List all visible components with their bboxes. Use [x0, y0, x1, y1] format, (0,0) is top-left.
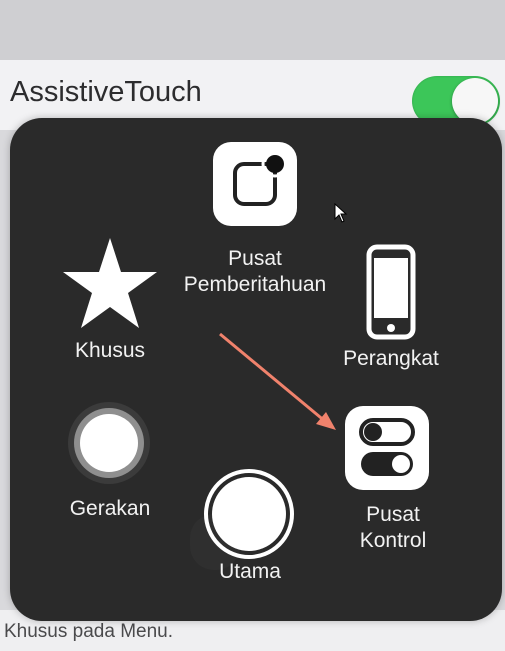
- menu-item-notification-center[interactable]: Pusat Pemberitahuan: [180, 142, 330, 302]
- notification-center-icon: [213, 142, 297, 226]
- gesture-circle-icon: [66, 400, 152, 486]
- menu-item-home[interactable]: Utama: [190, 468, 310, 598]
- menu-label-custom: Khusus: [74, 339, 146, 362]
- mouse-cursor-icon: [334, 203, 348, 223]
- footer-text: Khusus pada Menu.: [4, 621, 174, 642]
- menu-label-control-center: Pusat Kontrol: [359, 503, 427, 552]
- menu-label-gestures: Gerakan: [69, 497, 151, 520]
- assistivetouch-label: AssistiveTouch: [10, 76, 202, 108]
- menu-label-notification-center: Pusat Pemberitahuan: [183, 247, 327, 296]
- annotation-arrow: [219, 332, 336, 430]
- menu-label-home: Utama: [219, 560, 281, 583]
- star-icon: [60, 236, 160, 331]
- device-icon: [366, 244, 416, 340]
- assistivetouch-menu-panel: Pusat Pemberitahuan Khusus Perangkat Ger…: [10, 118, 502, 621]
- menu-item-custom[interactable]: Khusus: [50, 236, 170, 366]
- control-center-icon: [345, 406, 429, 490]
- screen-top-background: [0, 0, 505, 60]
- home-button-icon: [203, 468, 295, 560]
- menu-item-gestures[interactable]: Gerakan: [50, 400, 170, 540]
